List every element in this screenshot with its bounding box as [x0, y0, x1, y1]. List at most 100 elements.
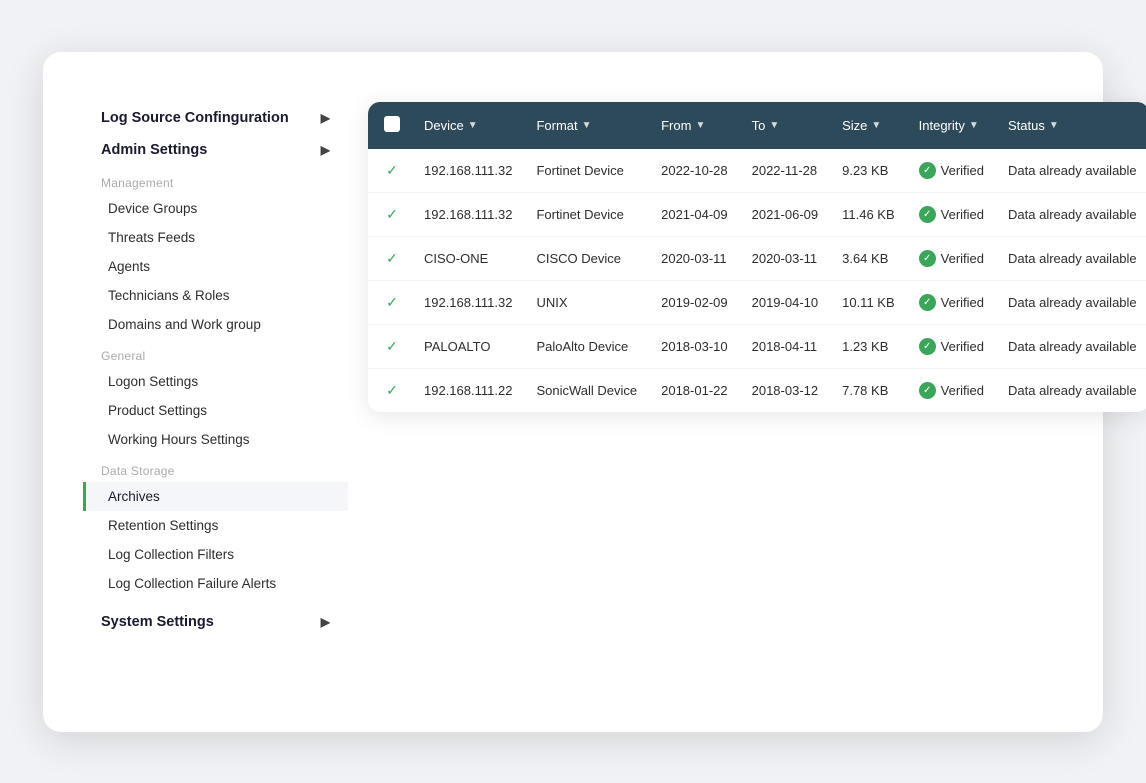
sidebar-item-technicians-roles[interactable]: Technicians & Roles [83, 281, 348, 310]
row-format: SonicWall Device [524, 368, 649, 412]
row-to: 2019-04-10 [740, 280, 831, 324]
sidebar-item-logon-settings[interactable]: Logon Settings [83, 367, 348, 396]
row-integrity: ✓ Verified [907, 149, 996, 193]
row-format: CISCO Device [524, 236, 649, 280]
row-checkbox-cell[interactable]: ✓ [368, 192, 412, 236]
log-source-arrow-icon: ▶ [321, 111, 330, 125]
sidebar-section-log-source[interactable]: Log Source Confinguration ▶ [83, 102, 348, 134]
row-integrity: ✓ Verified [907, 236, 996, 280]
row-status: Data already available [996, 324, 1146, 368]
th-format[interactable]: Format ▼ [524, 102, 649, 149]
sidebar-item-log-collection-failure-alerts[interactable]: Log Collection Failure Alerts [83, 569, 348, 598]
sidebar-log-source-label: Log Source Confinguration [101, 110, 289, 126]
row-checkbox-cell[interactable]: ✓ [368, 324, 412, 368]
row-size: 1.23 KB [830, 324, 907, 368]
row-format: Fortinet Device [524, 149, 649, 193]
row-to: 2018-04-11 [740, 324, 831, 368]
row-device: 192.168.111.32 [412, 280, 524, 324]
row-status: Data already available [996, 280, 1146, 324]
sidebar-item-threats-feeds[interactable]: Threats Feeds [83, 223, 348, 252]
row-from: 2021-04-09 [649, 192, 740, 236]
sidebar-section-admin-settings[interactable]: Admin Settings ▶ [83, 134, 348, 166]
sidebar-item-agents[interactable]: Agents [83, 252, 348, 281]
row-integrity: ✓ Verified [907, 192, 996, 236]
th-device[interactable]: Device ▼ [412, 102, 524, 149]
integrity-check-icon: ✓ [919, 382, 936, 399]
main-content: Device ▼ Format ▼ From [348, 92, 1146, 412]
sidebar-item-product-settings[interactable]: Product Settings [83, 396, 348, 425]
integrity-label: Verified [941, 295, 984, 310]
row-format: UNIX [524, 280, 649, 324]
integrity-label: Verified [941, 383, 984, 398]
integrity-check-icon: ✓ [919, 206, 936, 223]
th-status[interactable]: Status ▼ [996, 102, 1146, 149]
size-sort-icon: ▼ [871, 120, 881, 131]
th-integrity[interactable]: Integrity ▼ [907, 102, 996, 149]
system-settings-arrow-icon: ▶ [321, 615, 330, 629]
general-category-label: General [83, 339, 348, 367]
table-row: ✓ PALOALTO PaloAlto Device 2018-03-10 20… [368, 324, 1146, 368]
row-check-icon: ✓ [384, 338, 400, 355]
row-checkbox-cell[interactable]: ✓ [368, 368, 412, 412]
row-from: 2018-01-22 [649, 368, 740, 412]
th-from[interactable]: From ▼ [649, 102, 740, 149]
integrity-check-icon: ✓ [919, 294, 936, 311]
from-sort-icon: ▼ [695, 120, 705, 131]
row-device: PALOALTO [412, 324, 524, 368]
integrity-label: Verified [941, 207, 984, 222]
table-row: ✓ 192.168.111.32 UNIX 2019-02-09 2019-04… [368, 280, 1146, 324]
row-format: PaloAlto Device [524, 324, 649, 368]
th-to[interactable]: To ▼ [740, 102, 831, 149]
row-size: 10.11 KB [830, 280, 907, 324]
sidebar-item-log-collection-filters[interactable]: Log Collection Filters [83, 540, 348, 569]
sidebar-item-archives[interactable]: Archives [83, 482, 348, 511]
row-status: Data already available [996, 192, 1146, 236]
row-check-icon: ✓ [384, 250, 400, 267]
sidebar: Log Source Confinguration ▶ Admin Settin… [83, 92, 348, 648]
sidebar-item-retention-settings[interactable]: Retention Settings [83, 511, 348, 540]
row-checkbox-cell[interactable]: ✓ [368, 149, 412, 193]
row-device: 192.168.111.32 [412, 192, 524, 236]
row-integrity: ✓ Verified [907, 368, 996, 412]
row-checkbox-cell[interactable]: ✓ [368, 280, 412, 324]
row-check-icon: ✓ [384, 162, 400, 179]
status-sort-icon: ▼ [1049, 120, 1059, 131]
row-status: Data already available [996, 149, 1146, 193]
row-integrity: ✓ Verified [907, 324, 996, 368]
sidebar-section-system-settings[interactable]: System Settings ▶ [83, 606, 348, 638]
sidebar-item-working-hours[interactable]: Working Hours Settings [83, 425, 348, 454]
integrity-sort-icon: ▼ [969, 120, 979, 131]
row-from: 2022-10-28 [649, 149, 740, 193]
sidebar-item-device-groups[interactable]: Device Groups [83, 194, 348, 223]
th-size[interactable]: Size ▼ [830, 102, 907, 149]
table-row: ✓ 192.168.111.22 SonicWall Device 2018-0… [368, 368, 1146, 412]
select-all-column[interactable] [368, 102, 412, 149]
row-from: 2019-02-09 [649, 280, 740, 324]
data-storage-category-label: Data Storage [83, 454, 348, 482]
row-size: 3.64 KB [830, 236, 907, 280]
row-device: CISO-ONE [412, 236, 524, 280]
row-check-icon: ✓ [384, 382, 400, 399]
row-check-icon: ✓ [384, 206, 400, 223]
row-to: 2020-03-11 [740, 236, 831, 280]
row-integrity: ✓ Verified [907, 280, 996, 324]
row-check-icon: ✓ [384, 294, 400, 311]
main-card: Log Source Confinguration ▶ Admin Settin… [43, 52, 1103, 732]
archives-table: Device ▼ Format ▼ From [368, 102, 1146, 412]
row-checkbox-cell[interactable]: ✓ [368, 236, 412, 280]
integrity-label: Verified [941, 339, 984, 354]
table-row: ✓ CISO-ONE CISCO Device 2020-03-11 2020-… [368, 236, 1146, 280]
row-status: Data already available [996, 368, 1146, 412]
row-size: 11.46 KB [830, 192, 907, 236]
select-all-checkbox[interactable] [384, 116, 400, 132]
row-size: 7.78 KB [830, 368, 907, 412]
integrity-label: Verified [941, 163, 984, 178]
to-sort-icon: ▼ [769, 120, 779, 131]
archives-table-card: Device ▼ Format ▼ From [368, 102, 1146, 412]
row-device: 192.168.111.32 [412, 149, 524, 193]
row-size: 9.23 KB [830, 149, 907, 193]
sidebar-item-domains-workgroup[interactable]: Domains and Work group [83, 310, 348, 339]
row-to: 2018-03-12 [740, 368, 831, 412]
row-format: Fortinet Device [524, 192, 649, 236]
table-row: ✓ 192.168.111.32 Fortinet Device 2022-10… [368, 149, 1146, 193]
